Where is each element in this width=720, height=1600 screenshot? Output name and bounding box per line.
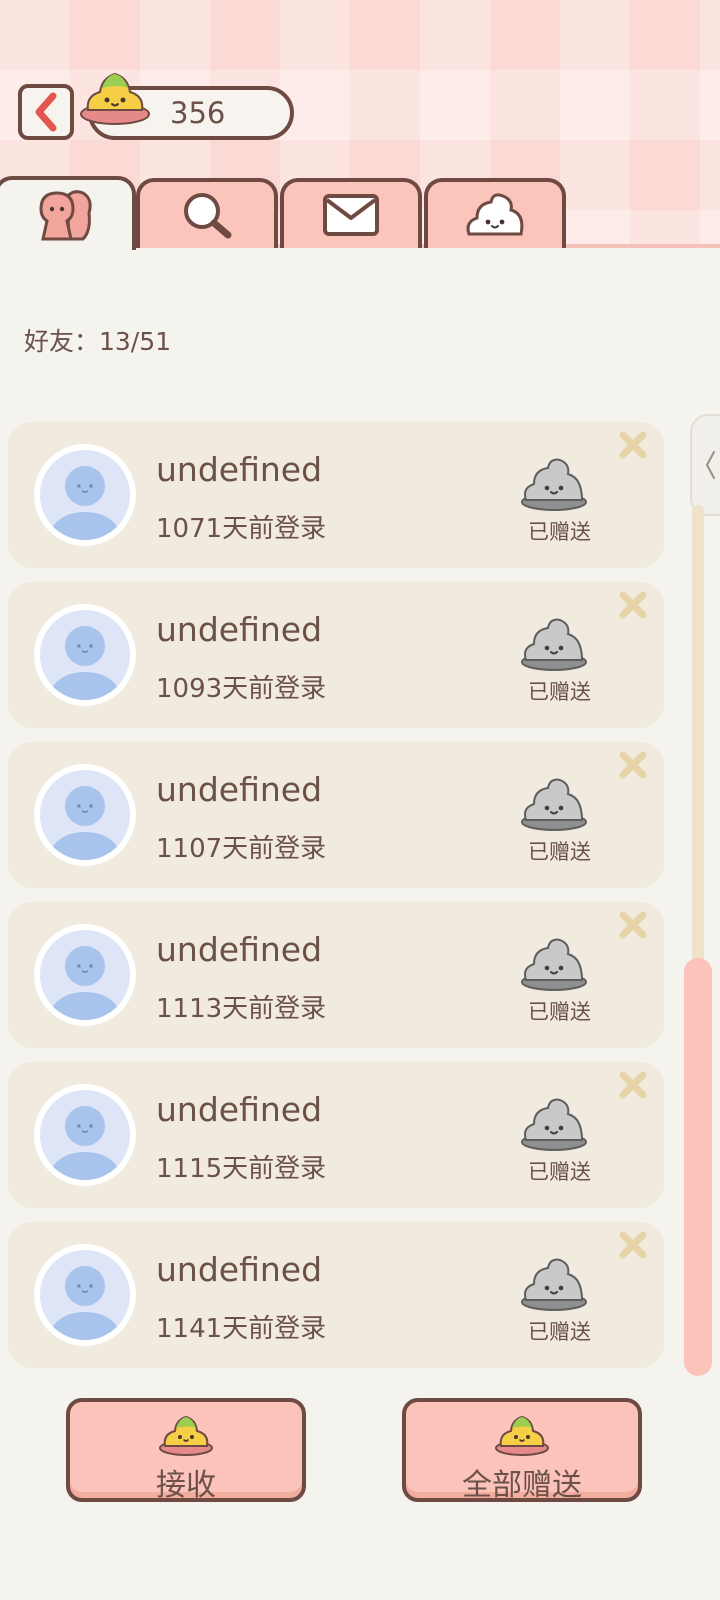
friend-last-login: 1141天前登录 <box>156 1314 327 1344</box>
friend-card[interactable]: undefined 1113天前登录 已赠送 <box>8 902 664 1048</box>
friend-name: undefined <box>156 1090 323 1129</box>
friend-last-login: 1113天前登录 <box>156 994 327 1024</box>
friend-name: undefined <box>156 770 323 809</box>
default-avatar-icon <box>51 1266 119 1340</box>
gift-sent-icon[interactable] <box>520 774 588 832</box>
scrollbar-thumb[interactable] <box>684 958 712 1376</box>
gift-sent-icon[interactable] <box>520 614 588 672</box>
default-avatar-icon <box>51 466 119 540</box>
friend-card[interactable]: undefined 1071天前登录 已赠送 <box>8 422 664 568</box>
gift-all-label: 全部赠送 <box>462 1468 582 1503</box>
default-avatar-icon <box>51 626 119 700</box>
gift-status: 已赠送 <box>528 840 591 864</box>
remove-friend-icon[interactable] <box>618 590 648 620</box>
mascot-icon <box>466 193 524 236</box>
tab-friends[interactable] <box>0 176 136 250</box>
default-avatar-icon <box>51 946 119 1020</box>
side-panel-handle[interactable] <box>690 414 720 516</box>
avatar <box>34 764 136 866</box>
gift-status: 已赠送 <box>528 1000 591 1024</box>
friend-last-login: 1093天前登录 <box>156 674 327 704</box>
avatar <box>34 604 136 706</box>
friend-name: undefined <box>156 450 323 489</box>
remove-friend-icon[interactable] <box>618 430 648 460</box>
friend-card[interactable]: undefined 1107天前登录 已赠送 <box>8 742 664 888</box>
chevron-left-icon <box>35 92 57 132</box>
mascot-coin-icon <box>159 1415 213 1456</box>
friend-name: undefined <box>156 930 323 969</box>
friend-count-label: 好友：13/51 <box>24 327 172 356</box>
friend-card[interactable]: undefined 1141天前登录 已赠送 <box>8 1222 664 1368</box>
friend-card[interactable]: undefined 1093天前登录 已赠送 <box>8 582 664 728</box>
mascot-coin-icon <box>80 72 150 125</box>
friend-last-login: 1115天前登录 <box>156 1154 327 1184</box>
friend-card[interactable]: undefined 1115天前登录 已赠送 <box>8 1062 664 1208</box>
mascot-coin-icon <box>495 1415 549 1456</box>
friend-last-login: 1071天前登录 <box>156 514 327 544</box>
gift-sent-icon[interactable] <box>520 1094 588 1152</box>
avatar <box>34 1084 136 1186</box>
default-avatar-icon <box>51 1106 119 1180</box>
currency-count: 356 <box>170 96 226 130</box>
remove-friend-icon[interactable] <box>618 750 648 780</box>
remove-friend-icon[interactable] <box>618 1230 648 1260</box>
search-icon <box>184 193 232 239</box>
avatar <box>34 444 136 546</box>
gift-sent-icon[interactable] <box>520 454 588 512</box>
gift-status: 已赠送 <box>528 1160 591 1184</box>
gift-status: 已赠送 <box>528 1320 591 1344</box>
gift-sent-icon[interactable] <box>520 934 588 992</box>
gift-status: 已赠送 <box>528 520 591 544</box>
friend-name: undefined <box>156 1250 323 1289</box>
remove-friend-icon[interactable] <box>618 910 648 940</box>
receive-label: 接收 <box>156 1468 216 1503</box>
tab-mail[interactable] <box>280 178 422 248</box>
gift-all-button[interactable]: 全部赠送 <box>402 1398 642 1503</box>
friend-last-login: 1107天前登录 <box>156 834 327 864</box>
friends-icon <box>39 190 92 241</box>
default-avatar-icon <box>51 786 119 860</box>
gift-sent-icon[interactable] <box>520 1254 588 1312</box>
friend-list: undefined 1071天前登录 已赠送 undefined 1093天前登… <box>8 422 664 1382</box>
tab-search[interactable] <box>136 178 278 248</box>
friend-name: undefined <box>156 610 323 649</box>
tab-mascot[interactable] <box>424 178 566 248</box>
mail-icon <box>323 194 379 236</box>
back-button[interactable] <box>18 84 74 140</box>
receive-button[interactable]: 接收 <box>66 1398 306 1503</box>
avatar <box>34 924 136 1026</box>
chevron-left-icon <box>705 451 715 479</box>
remove-friend-icon[interactable] <box>618 1070 648 1100</box>
avatar <box>34 1244 136 1346</box>
gift-status: 已赠送 <box>528 680 591 704</box>
